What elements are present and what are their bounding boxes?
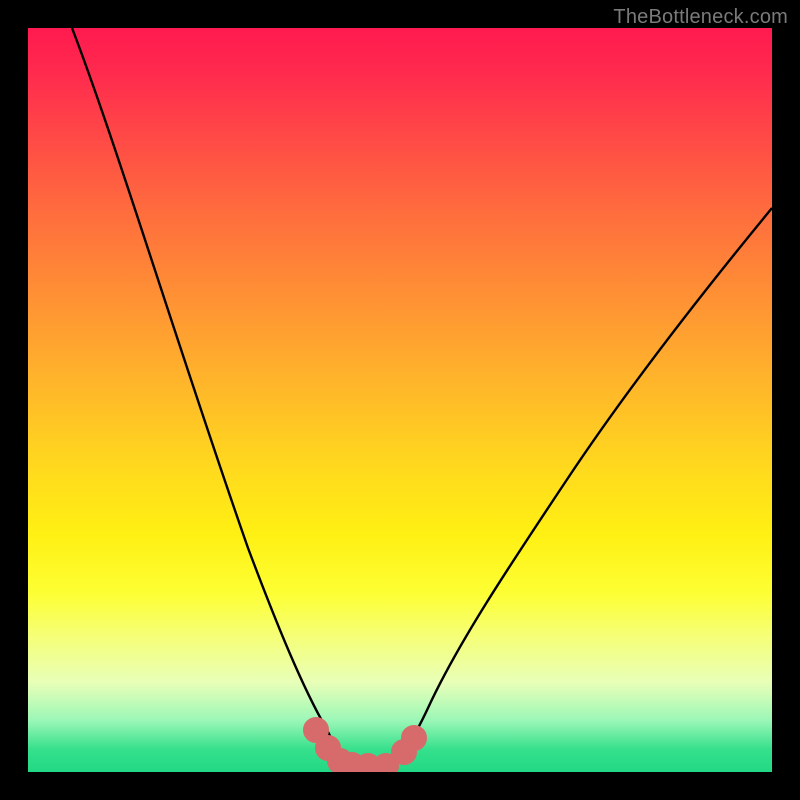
optimal-range-markers bbox=[309, 723, 421, 772]
curve-layer bbox=[28, 28, 772, 772]
chart-frame: TheBottleneck.com bbox=[0, 0, 800, 800]
plot-area bbox=[28, 28, 772, 772]
bottleneck-curve bbox=[72, 28, 772, 767]
watermark-text: TheBottleneck.com bbox=[613, 6, 788, 29]
